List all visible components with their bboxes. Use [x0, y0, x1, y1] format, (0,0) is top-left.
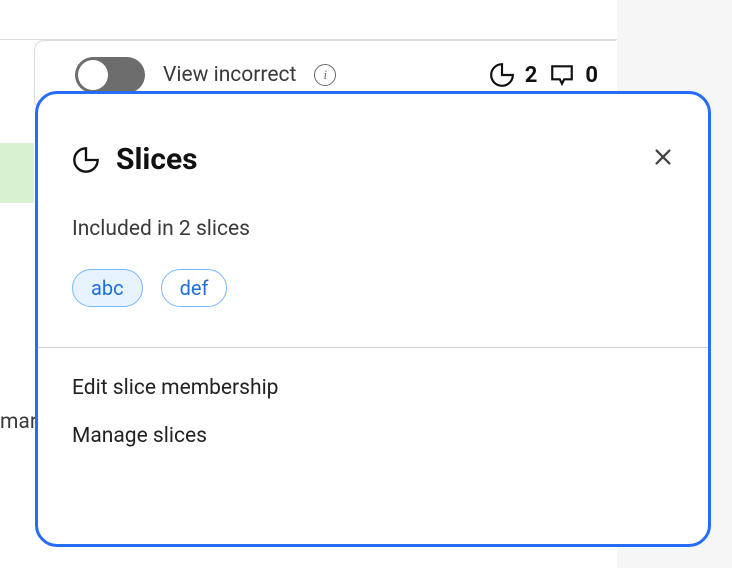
edit-slice-membership-button[interactable]: Edit slice membership	[72, 376, 674, 400]
slice-chip[interactable]: def	[161, 269, 228, 307]
popover-title: Slices	[116, 142, 198, 177]
metrics-group: 2 0	[489, 62, 616, 88]
slice-count-metric[interactable]: 2	[489, 62, 538, 88]
popover-header: Slices	[38, 94, 708, 177]
popover-body: Included in 2 slices abc def	[38, 177, 708, 347]
background-partial-text: mar	[0, 410, 37, 434]
close-button[interactable]	[648, 142, 678, 172]
pie-chart-icon	[72, 146, 100, 174]
view-incorrect-toggle[interactable]	[75, 57, 145, 93]
close-icon	[652, 146, 674, 168]
slices-popover: Slices Included in 2 slices abc def Edit…	[35, 91, 711, 547]
info-icon[interactable]: i	[314, 64, 336, 86]
toggle-knob	[78, 60, 108, 90]
popover-subtitle: Included in 2 slices	[72, 217, 674, 241]
popover-actions: Edit slice membership Manage slices	[38, 348, 708, 448]
comment-icon	[549, 62, 575, 88]
comment-count-value: 0	[585, 63, 598, 88]
slice-chip[interactable]: abc	[72, 269, 143, 307]
comment-count-metric[interactable]: 0	[549, 62, 598, 88]
top-border-section	[0, 0, 617, 40]
manage-slices-button[interactable]: Manage slices	[72, 424, 674, 448]
pie-chart-icon	[489, 62, 515, 88]
toggle-label: View incorrect	[163, 63, 296, 87]
slice-chips: abc def	[72, 269, 674, 307]
row-highlight	[0, 143, 34, 203]
slice-count-value: 2	[525, 63, 538, 88]
